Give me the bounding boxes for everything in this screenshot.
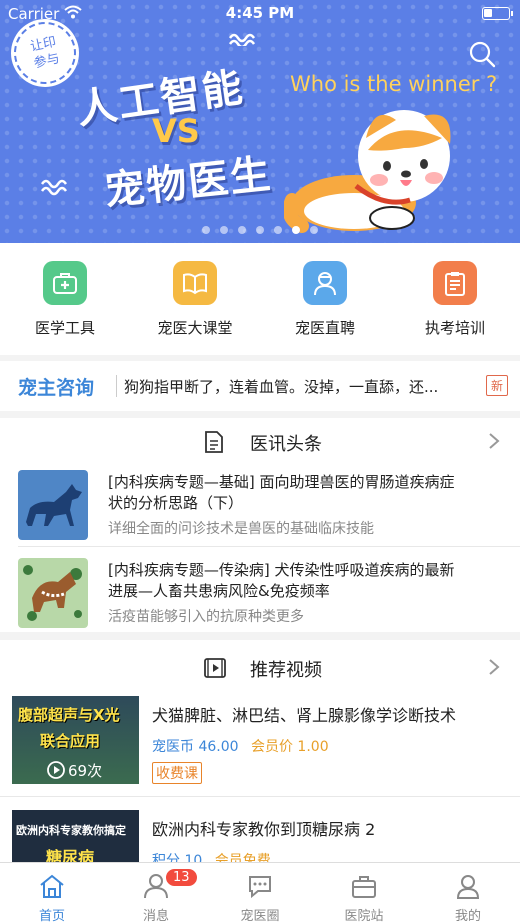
chevron-right-icon[interactable] [488,432,500,450]
pager-dot[interactable] [238,226,246,234]
tool-exam-training[interactable]: 执考培训 [390,243,520,355]
carousel-pager [0,226,520,234]
tab-home[interactable]: 首页 [0,863,104,924]
clock: 4:45 PM [225,4,295,22]
thumb-text: 糖尿病 [46,848,95,862]
pager-dot[interactable] [310,226,318,234]
squiggle-decoration [228,33,256,46]
video-title-text: 犬猫脾脏、淋巴结、肾上腺影像学诊断技术 [152,706,457,725]
news-summary: 详细全面的问诊技术是兽医的基础临床技能 [108,521,374,537]
news-title: 医讯头条 [250,434,322,455]
tool-label: 宠医大课堂 [157,319,233,337]
news-header[interactable]: 医讯头条 [0,418,520,466]
divider [18,546,520,547]
banner-subtitle: Who is the winner ? [290,72,498,96]
news-item[interactable]: [内科疾病专题—传染病] 犬传染性呼吸道疾病的最新进展—人畜共患病风险&免疫频率… [0,554,520,636]
pager-dot-active[interactable] [292,226,300,234]
banner-vs: VS [152,112,200,150]
squiggle-decoration [40,179,68,196]
video-price: 宠医币 46.00 会员价 1.00 [152,739,329,755]
home-icon [40,874,64,898]
view-count: 69次 [68,762,103,780]
video-price: 积分 10 会员免费 [152,853,271,862]
tab-circle[interactable]: 宠医圈 [208,863,312,924]
paid-course-tag: 收费课 [152,762,202,784]
divider [0,796,520,797]
news-summary: 活疫苗能够引入的抗原种类更多 [108,609,304,625]
new-badge: 新 [485,375,508,396]
medical-kit-icon [43,261,87,305]
status-bar: Carrier 4:45 PM [0,0,520,28]
shiba-dog-illustration [284,110,451,233]
search-icon[interactable] [468,40,496,68]
pager-dot[interactable] [256,226,264,234]
banner-carousel[interactable]: Carrier 4:45 PM 让印 参与 人工智能 VS 宠物医生 Who is… [0,0,520,243]
play-icon [47,761,65,779]
unread-count-badge: 13 [164,867,199,888]
news-thumbnail [18,558,88,628]
divider [116,375,117,397]
tab-label: 宠医圈 [240,909,280,924]
tool-classroom[interactable]: 宠医大课堂 [130,243,260,355]
news-headline: [内科疾病专题—基础] 面向助理兽医的胃肠道疾病症状的分析思路（下） [108,473,455,512]
pager-dot[interactable] [274,226,282,234]
consult-title: 宠主咨询 [18,377,95,399]
battery-icon [482,7,513,20]
tool-label: 执考培训 [424,319,485,337]
tab-bar: 首页 13 消息 宠医圈 医院站 我的 [0,862,520,924]
video-item[interactable]: 腹部超声与X光 联合应用 69次 犬猫脾脏、淋巴结、肾上腺影像学诊断技术 宠医币… [0,696,520,800]
video-thumbnail: 欧洲内科专家教你搞定 糖尿病 [12,810,139,862]
video-title-text: 欧洲内科专家教你到顶糖尿病 2 [152,820,376,839]
thumb-text: 联合应用 [40,732,101,750]
pager-dot[interactable] [220,226,228,234]
thumb-text: 腹部超声与X光 [18,706,120,724]
tool-medical-tools[interactable]: 医学工具 [0,243,130,355]
tool-label: 医学工具 [34,319,95,337]
video-title: 推荐视频 [250,660,322,681]
tab-messages[interactable]: 13 消息 [104,863,208,924]
video-thumbnail: 腹部超声与X光 联合应用 69次 [12,696,139,784]
tab-hospital[interactable]: 医院站 [312,863,416,924]
thumb-text: 欧洲内科专家教你搞定 [16,824,126,837]
consult-question[interactable]: 狗狗指甲断了，连着血管。没掉，一直舔，还... [124,376,478,397]
book-icon [173,261,217,305]
quick-tools: 医学工具 宠医大课堂 宠医直聘 执考培训 [0,243,520,355]
news-headline: [内科疾病专题—传染病] 犬传染性呼吸道疾病的最新进展—人畜共患病风险&免疫频率 [108,561,455,600]
doctor-icon [303,261,347,305]
profile-icon [456,875,480,899]
owner-consult-bar[interactable]: 宠主咨询 狗狗指甲断了，连着血管。没掉，一直舔，还... 新 [0,361,520,411]
tab-label: 医院站 [344,909,384,924]
news-thumbnail [18,470,88,540]
pager-dot[interactable] [202,226,210,234]
clipboard-icon [433,261,477,305]
video-header[interactable]: 推荐视频 [0,644,520,692]
news-section: 医讯头条 [内科疾病专题—基础] 面向助理兽医的胃肠道疾病症状的分析思路（下） … [0,418,520,632]
tab-profile[interactable]: 我的 [416,863,520,924]
tab-label: 消息 [142,909,169,924]
banner-title-line-2: 宠物医生 [102,151,275,215]
tab-label: 首页 [38,909,65,924]
chat-bubble-icon [249,876,271,899]
tool-label: 宠医直聘 [294,319,355,337]
video-item[interactable]: 欧洲内科专家教你搞定 糖尿病 欧洲内科专家教你到顶糖尿病 2 积分 10 会员免… [0,810,520,862]
tab-label: 我的 [454,909,481,924]
video-section: 推荐视频 腹部超声与X光 联合应用 69次 犬猫脾脏、淋巴结、肾上腺影像学诊断技… [0,640,520,862]
tool-recruitment[interactable]: 宠医直聘 [260,243,390,355]
news-item[interactable]: [内科疾病专题—基础] 面向助理兽医的胃肠道疾病症状的分析思路（下） 详细全面的… [0,466,520,548]
badge-line-2: 参与 [32,51,62,72]
chevron-right-icon[interactable] [488,658,500,676]
briefcase-icon [352,876,376,898]
